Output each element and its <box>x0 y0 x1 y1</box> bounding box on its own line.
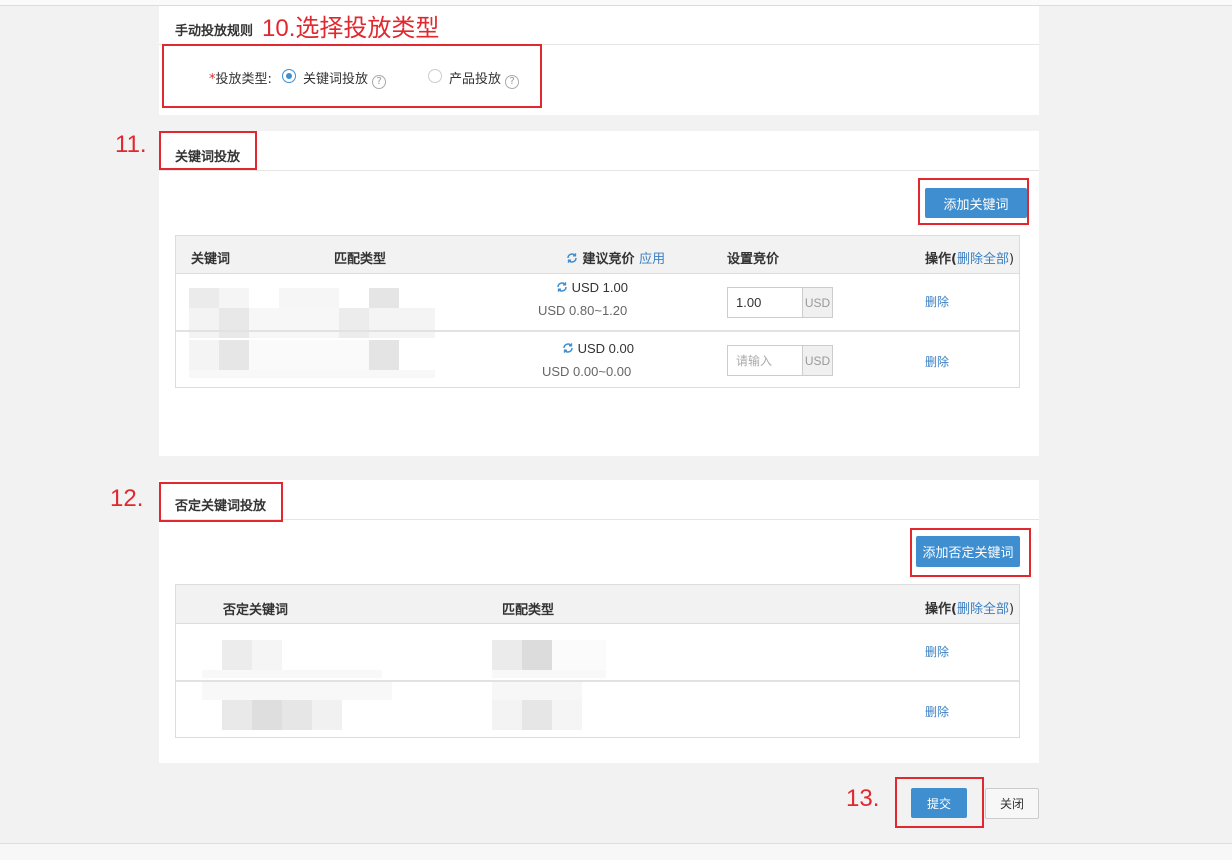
delete-all-link[interactable]: 删除全部 <box>957 602 1009 617</box>
refresh-icon[interactable] <box>556 281 568 293</box>
annotation-box-add-negative <box>910 528 1031 577</box>
suggested-bid-value: USD 0.00 <box>577 341 634 356</box>
table-row: 删除 <box>176 624 1019 680</box>
step-11-annotation: 11. <box>115 131 147 158</box>
column-suggested-bid-label: 建议竞价 <box>582 252 635 267</box>
negative-keyword-header <box>159 480 1039 520</box>
suggested-bid-value: USD 1.00 <box>571 280 628 295</box>
column-match-type: 匹配类型 <box>502 603 555 618</box>
bid-input-unit: USD <box>802 288 832 317</box>
suggested-bid: USD 1.00 <box>556 280 628 295</box>
step-12-annotation: 12. <box>110 485 144 512</box>
bid-input-value[interactable]: 1.00 <box>728 288 802 317</box>
step-13-annotation: 13. <box>846 785 880 812</box>
table-row: USD 0.00 USD 0.00~0.00 请输入 USD 删除 <box>176 332 1019 388</box>
negative-table-header <box>176 585 1019 624</box>
column-action-close: ) <box>1008 602 1015 617</box>
manual-rules-title: 手动投放规则 <box>175 24 254 39</box>
column-keyword: 关键词 <box>191 252 231 267</box>
step-10-annotation: 10.选择投放类型 <box>262 15 440 42</box>
suggested-bid-range: USD 0.00~0.00 <box>542 364 632 379</box>
column-match-type: 匹配类型 <box>334 252 387 267</box>
redacted-match-type <box>492 682 606 732</box>
refresh-icon[interactable] <box>566 252 578 264</box>
bid-input[interactable]: 1.00 USD <box>727 287 833 318</box>
bottom-border <box>0 843 1232 860</box>
delete-all-link[interactable]: 删除全部 <box>957 252 1009 267</box>
annotation-box-keyword-title <box>159 131 257 170</box>
annotation-box-add-keyword <box>918 178 1029 225</box>
column-action-close: ) <box>1008 252 1015 267</box>
close-button[interactable]: 关闭 <box>985 788 1039 819</box>
delete-link[interactable]: 删除 <box>925 353 949 370</box>
redacted-match-type <box>492 638 606 678</box>
negative-keyword-panel: 否定关键词投放 添加否定关键词 否定关键词 匹配类型 操作(删除全部) 删除 删… <box>159 480 1039 763</box>
table-row: USD 1.00 USD 0.80~1.20 1.00 USD 删除 <box>176 274 1019 338</box>
delete-link[interactable]: 删除 <box>925 293 949 310</box>
apply-link[interactable]: 应用 <box>639 252 665 267</box>
column-action-label: 操作( <box>925 602 957 617</box>
suggested-bid-range: USD 0.80~1.20 <box>538 303 628 318</box>
delete-link[interactable]: 删除 <box>925 703 949 720</box>
bid-input-placeholder[interactable]: 请输入 <box>728 346 802 375</box>
column-negative-keyword: 否定关键词 <box>223 603 289 618</box>
delete-link[interactable]: 删除 <box>925 643 949 660</box>
column-set-bid: 设置竞价 <box>727 252 780 267</box>
redacted-negative-keyword <box>202 638 382 678</box>
table-row: 删除 <box>176 682 1019 738</box>
keyword-table: 关键词 匹配类型 建议竞价 应用 设置竞价 操作(删除全部) USD 1.00 … <box>175 235 1020 388</box>
negative-keyword-table: 否定关键词 匹配类型 操作(删除全部) 删除 删除 <box>175 584 1020 738</box>
column-action-label: 操作( <box>925 252 957 267</box>
annotation-box-negative-title <box>159 482 283 522</box>
column-suggested-bid: 建议竞价 应用 <box>566 248 665 267</box>
column-action: 操作(删除全部) <box>925 598 1014 617</box>
keyword-targeting-panel: 关键词投放 添加关键词 关键词 匹配类型 建议竞价 应用 设置竞价 操作(删除全… <box>159 131 1039 456</box>
bid-input[interactable]: 请输入 USD <box>727 345 833 376</box>
redacted-keyword <box>189 340 435 378</box>
suggested-bid: USD 0.00 <box>562 341 634 356</box>
keyword-targeting-header <box>159 131 1039 171</box>
column-action: 操作(删除全部) <box>925 248 1014 267</box>
annotation-box-targeting-type <box>162 44 542 108</box>
redacted-negative-keyword <box>202 682 392 732</box>
refresh-icon[interactable] <box>562 342 574 354</box>
bid-input-unit: USD <box>802 346 832 375</box>
annotation-box-submit <box>895 777 984 828</box>
